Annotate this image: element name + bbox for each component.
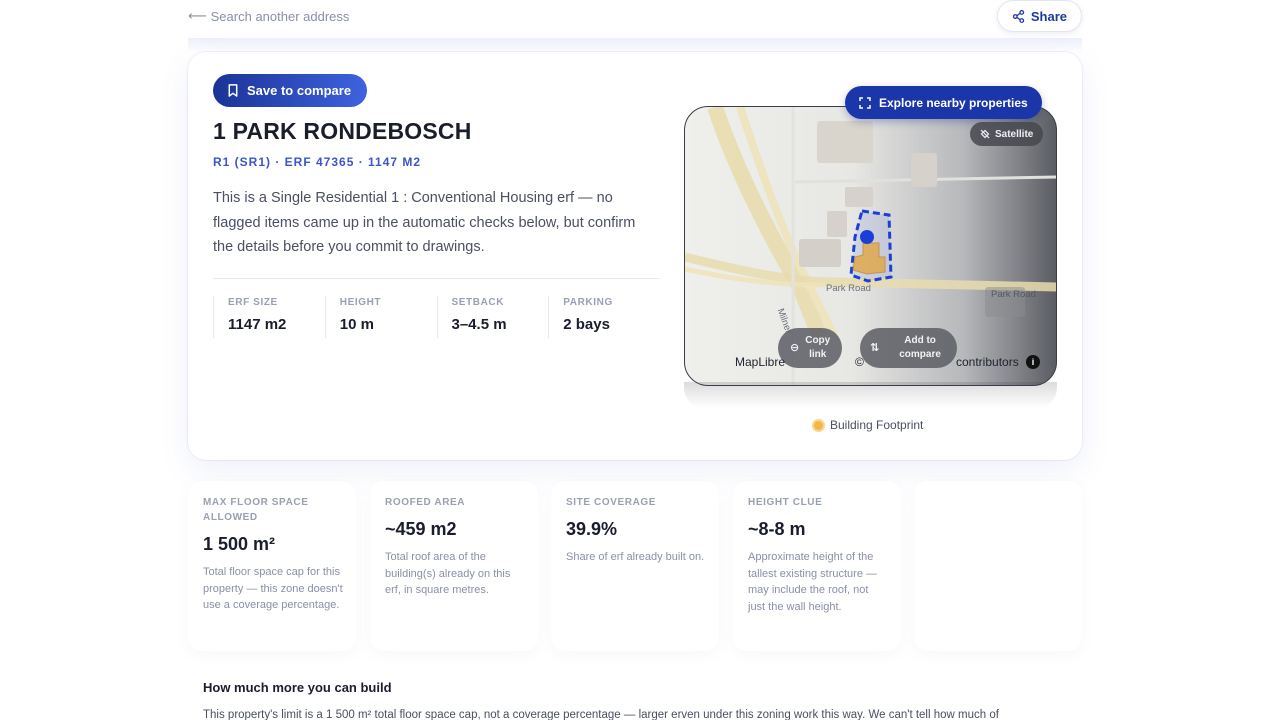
top-bar: ⟵ Search another address Share: [188, 0, 1082, 40]
street-label: Park Road: [826, 283, 871, 294]
metric-label-line: ALLOWED: [203, 512, 258, 523]
info-icon[interactable]: i: [1026, 355, 1040, 369]
copy-link-line: link: [809, 349, 827, 360]
stats-row: ERF SIZE 1147 m2 HEIGHT 10 m SETBACK 3–4…: [213, 296, 660, 338]
stat-value: 1147 m2: [228, 316, 287, 333]
save-to-compare-button[interactable]: Save to compare: [213, 74, 368, 107]
stat-erf-size: ERF SIZE 1147 m2: [213, 296, 325, 338]
section-text-build: This property's limit is a 1 500 m² tota…: [203, 709, 999, 720]
metric-value: ~459 m2: [385, 519, 457, 539]
add-compare-line: Add to: [904, 335, 936, 346]
metric-description: Total floor space cap for this property …: [203, 566, 343, 612]
map-attribution-contributors[interactable]: contributors: [956, 355, 1019, 369]
map-shadow: [684, 382, 1057, 408]
add-compare-line: compare: [899, 349, 941, 360]
zoning-subtitle: R1 (SR1) · ERF 47365 · 1147 M2: [213, 155, 422, 169]
divider: [213, 278, 660, 279]
bookmark-icon: [228, 84, 238, 97]
metric-description: Total roof area of the building(s) alrea…: [385, 551, 511, 597]
metric-label: SITE COVERAGE: [566, 497, 657, 508]
metric-description: Approximate height of the tallest existi…: [748, 551, 877, 614]
share-button[interactable]: Share: [996, 0, 1082, 32]
header-glow: [188, 38, 1082, 52]
arrow-left-icon: ⟵: [188, 8, 207, 23]
property-card: Save to compare 1 PARK RONDEBOSCH R1 (SR…: [188, 52, 1082, 460]
link-icon: ⊖: [790, 342, 800, 354]
stat-value: 10 m: [339, 316, 374, 333]
stat-height: HEIGHT 10 m: [324, 296, 437, 338]
metric-card-site-coverage: SITE COVERAGE 39.9% Share of erf already…: [551, 481, 719, 651]
map-attribution-maplibre[interactable]: MapLibre: [735, 355, 785, 369]
stat-setback: SETBACK 3–4.5 m: [436, 296, 549, 338]
copy-link-button[interactable]: ⊖ Copy link: [778, 328, 843, 368]
page-title: 1 PARK RONDEBOSCH: [213, 118, 472, 144]
metrics-row: MAX FLOOR SPACE ALLOWED 1 500 m² Total f…: [188, 481, 1082, 651]
property-description: This is a Single Residential 1 : Convent…: [213, 190, 636, 255]
share-icon: [1012, 9, 1025, 23]
legend-label: Building Footprint: [830, 418, 924, 432]
explore-button-label: Explore nearby properties: [879, 95, 1028, 110]
stat-label: HEIGHT: [339, 297, 382, 308]
metric-value: 39.9%: [566, 519, 618, 539]
back-link-label: Search another address: [210, 8, 350, 24]
metric-label: MAX FLOOR SPACE ALLOWED: [203, 495, 341, 525]
metric-value: 1 500 m²: [203, 534, 276, 554]
metric-card-empty: [914, 481, 1082, 651]
map-attribution-copyright: ©: [855, 355, 864, 369]
stat-label: SETBACK: [451, 297, 505, 308]
stat-label: ERF SIZE: [228, 297, 278, 308]
save-button-label: Save to compare: [247, 83, 352, 98]
copy-link-line: Copy: [805, 335, 831, 346]
footprint-swatch: [812, 418, 825, 432]
back-link[interactable]: ⟵ Search another address: [188, 8, 349, 24]
map-legend: Building Footprint: [812, 418, 923, 432]
stat-label: PARKING: [563, 297, 613, 308]
metric-value: ~8-8 m: [748, 519, 806, 539]
expand-icon: [859, 96, 871, 109]
metric-card-height-clue: HEIGHT CLUE ~8-8 m Approximate height of…: [733, 481, 901, 651]
stat-parking: PARKING 2 bays: [548, 296, 660, 338]
section-title-build: How much more you can build: [203, 680, 392, 695]
metric-label: HEIGHT CLUE: [748, 497, 823, 508]
stat-value: 3–4.5 m: [451, 316, 507, 333]
metric-card-max-floor-space: MAX FLOOR SPACE ALLOWED 1 500 m² Total f…: [188, 481, 356, 651]
satellite-off-icon: [980, 129, 990, 139]
share-button-label: Share: [1030, 8, 1067, 24]
add-to-compare-button[interactable]: ⇅ Add to compare: [860, 328, 957, 368]
metric-label: ROOFED AREA: [385, 497, 466, 508]
copy-link-label: Copy link: [805, 334, 830, 362]
satellite-label: Satellite: [995, 128, 1034, 140]
metric-label-line: MAX FLOOR SPACE: [203, 497, 309, 508]
street-label: Park Road: [991, 289, 1036, 300]
metric-description: Share of erf already built on.: [566, 551, 705, 563]
metric-card-roofed-area: ROOFED AREA ~459 m2 Total roof area of t…: [370, 481, 538, 651]
add-to-compare-label: Add to compare: [899, 334, 941, 362]
compare-arrows-icon: ⇅: [870, 342, 880, 354]
explore-nearby-button[interactable]: Explore nearby properties: [845, 86, 1042, 119]
stat-value: 2 bays: [563, 316, 610, 333]
satellite-toggle[interactable]: Satellite: [970, 122, 1044, 146]
